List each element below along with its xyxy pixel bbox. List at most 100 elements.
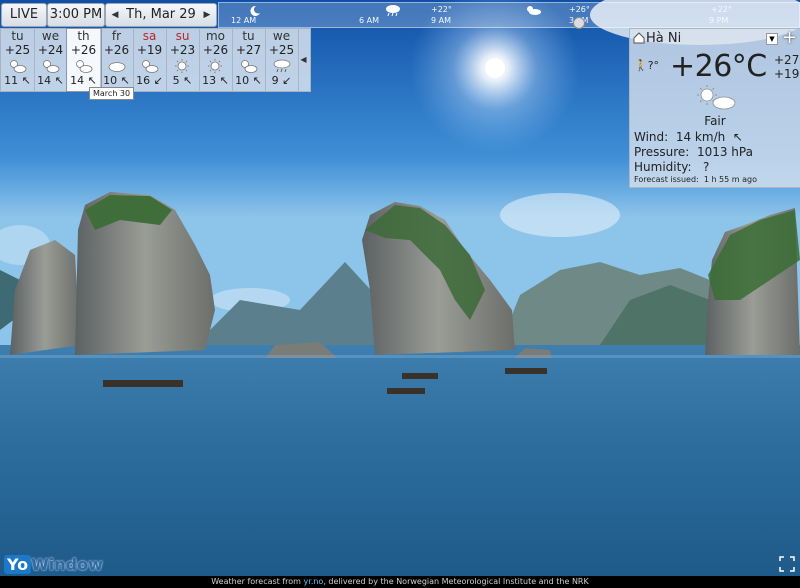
day-name: sa (142, 29, 157, 43)
add-location-button[interactable]: + (782, 27, 797, 48)
day-high-temp: +26 (202, 43, 229, 57)
timeline-slider-knob[interactable] (573, 17, 585, 29)
forecast-day[interactable]: sa +19 16 ↙ (133, 29, 167, 91)
collapse-forecast-arrow-icon[interactable]: ◀ (297, 29, 310, 91)
condition-text: Fair (704, 114, 726, 128)
day-name: fr (111, 29, 122, 43)
sun-cloud-icon (232, 58, 265, 74)
sun-cloud-icon (1, 58, 34, 74)
cloud-rain-icon (386, 5, 400, 16)
day-wind-speed: 16 (136, 74, 151, 87)
day-high-temp: +25 (268, 43, 295, 57)
day-wind-speed: 14 (70, 74, 85, 87)
day-name: mo (205, 29, 226, 43)
day-name: we (272, 29, 291, 43)
forecast-day[interactable]: su +23 5 ↖ (166, 29, 200, 91)
forecast-issued: Forecast issued: 1 h 55 m ago (634, 175, 757, 184)
low-temperature: +19 (774, 67, 800, 81)
day-wind-speed: 10 (235, 74, 250, 87)
day-wind-speed: 14 (37, 74, 52, 87)
cloud-sun-icon (527, 6, 541, 15)
issued-label: Forecast issued: (634, 175, 699, 184)
timeline-temp: +22° (711, 5, 732, 14)
day-wind: 9 ↙ (265, 74, 298, 88)
fullscreen-icon[interactable] (778, 555, 796, 573)
wind-row: Wind: 14 km/h ↖ (634, 130, 743, 144)
day-wind: 10 ↖ (232, 74, 265, 88)
sun-cloud-icon (67, 58, 100, 74)
sun-icon (166, 58, 199, 74)
day-name: tu (242, 29, 255, 43)
time-display[interactable]: 3:00 PM (47, 3, 105, 27)
day-high-temp: +19 (136, 43, 163, 57)
day-wind: 13 ↖ (199, 74, 232, 88)
logo-part-a: Yo (4, 555, 32, 574)
high-temperature: +27 (774, 53, 800, 67)
day-wind: 14 ↖ (34, 74, 67, 88)
wind-value: 14 km/h (675, 130, 726, 144)
humidity-value: ? (703, 160, 710, 174)
pressure-value: 1013 hPa (696, 145, 753, 159)
day-high-temp: +26 (103, 43, 130, 57)
rain-cloud-icon (265, 58, 298, 74)
home-icon[interactable] (633, 32, 645, 44)
city-name[interactable]: Hà Ni (646, 31, 681, 46)
footer-suffix: , delivered by the Norwegian Meteorologi… (323, 577, 589, 586)
day-wind-speed: 13 (202, 74, 217, 87)
date-tooltip: March 30 (89, 87, 135, 100)
forecast-day[interactable]: fr +26 10 ↖ (100, 29, 134, 91)
feels-like-value: ?° (647, 59, 660, 72)
day-wind: 11 ↖ (1, 74, 34, 88)
forecast-day[interactable]: tu +25 11 ↖ (1, 29, 35, 91)
timeline-temp: +22° (431, 5, 452, 14)
current-conditions-panel: Hà Ni ▼ + 🚶?° +26°C +27 +19 Fair Wind: 1… (629, 27, 800, 188)
sun-icon (199, 58, 232, 74)
wind-arrow-icon: ↙ (153, 74, 163, 87)
daily-forecast-strip: tu +25 11 ↖ we +24 14 ↖ th +26 14 ↖ fr +26 10 ↖ sa +1… (0, 28, 311, 92)
forecast-day[interactable]: we +24 14 ↖ (34, 29, 68, 91)
moon-icon (250, 5, 260, 16)
yr-link[interactable]: yr.no (304, 577, 324, 586)
yowindow-logo[interactable]: Yo Window (4, 555, 103, 574)
wind-arrow-icon: ↖ (252, 74, 262, 87)
forecast-day[interactable]: we +25 9 ↙ (265, 29, 299, 91)
day-high-temp: +27 (235, 43, 262, 57)
day-high-temp: +24 (37, 43, 64, 57)
day-high-temp: +23 (169, 43, 196, 57)
wind-arrow-icon: ↖ (21, 74, 31, 87)
day-wind-speed: 9 (271, 74, 279, 87)
sun-cloud-icon (133, 58, 166, 74)
hourly-timeline[interactable]: 12 AM 6 AM 9 AM 3 PM 9 PM +22° +26° +22° (218, 2, 800, 29)
logo-part-b: Window (31, 555, 103, 574)
timeline-label: 9 PM (709, 16, 729, 25)
forecast-day[interactable]: mo +26 13 ↖ (199, 29, 233, 91)
wind-label: Wind: (634, 130, 669, 144)
footer-prefix: Weather forecast from (211, 577, 301, 586)
wind-direction-icon: ↖ (732, 130, 743, 144)
day-wind: 5 ↖ (166, 74, 199, 88)
wind-arrow-icon: ↖ (183, 74, 193, 87)
humidity-label: Humidity: (634, 160, 692, 174)
wind-arrow-icon: ↖ (219, 74, 229, 87)
timeline-temp: +26° (569, 5, 590, 14)
day-wind: 16 ↙ (133, 74, 166, 88)
day-wind-speed: 10 (103, 74, 118, 87)
day-name: we (41, 29, 60, 43)
chevron-down-icon[interactable]: ▼ (766, 33, 778, 45)
live-button[interactable]: LIVE (1, 3, 47, 27)
day-high-temp: +26 (70, 43, 97, 57)
footer-credit: Weather forecast from yr.no, delivered b… (0, 576, 800, 588)
person-icon: 🚶 (634, 59, 648, 72)
wind-arrow-icon: ↖ (87, 74, 97, 87)
previous-day-arrow-icon[interactable]: ◀ (108, 4, 122, 26)
issued-value: 1 h 55 m ago (703, 175, 757, 184)
forecast-day[interactable]: tu +27 10 ↖ (232, 29, 266, 91)
day-wind-speed: 11 (4, 74, 19, 87)
humidity-row: Humidity: ? (634, 160, 709, 174)
day-name: su (175, 29, 190, 43)
forecast-day[interactable]: th +26 14 ↖ (66, 28, 102, 92)
cloud-icon (100, 58, 133, 74)
next-day-arrow-icon[interactable]: ▶ (200, 4, 214, 26)
sun-cloud-icon (34, 58, 67, 74)
timeline-label: 9 AM (431, 16, 452, 25)
